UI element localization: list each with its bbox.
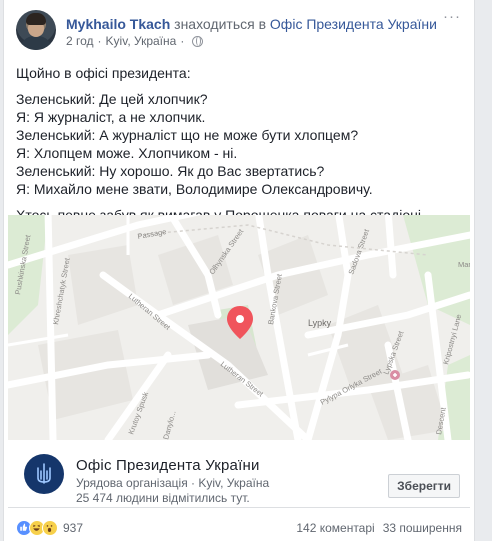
place-name[interactable]: Офіс Президента України (76, 457, 260, 474)
author-avatar[interactable] (16, 10, 56, 50)
comments-count-link[interactable]: 142 коментарі (296, 521, 374, 535)
place-checkins: 25 474 людини відмітились тут. (76, 491, 250, 505)
post-text-line: Я: Михайло мене звати, Володимире Олекса… (16, 181, 373, 197)
reactions-summary[interactable]: 937 (16, 520, 83, 536)
post-action-text: знаходиться в (174, 16, 267, 32)
post-text-line: Я: Хлопцем може. Хлопчиком - ні. (16, 145, 238, 161)
post-meta: 2 год · Kyiv, Україна · (66, 34, 204, 48)
more-options-icon[interactable]: ··· (442, 9, 462, 30)
wow-reaction-icon (42, 520, 58, 536)
engagement-counts: 142 коментарі 33 поширення (296, 521, 462, 535)
reaction-count: 937 (63, 521, 84, 535)
post-text-line: Зеленський: Ну хорошо. Як до Вас звертат… (16, 163, 325, 179)
post-text: Щойно в офісі президента: Зеленський: Де… (16, 64, 462, 224)
globe-icon[interactable] (192, 35, 204, 47)
trident-icon (37, 463, 51, 484)
post-footer: 937 142 коментарі 33 поширення (16, 518, 462, 538)
post-header: Mykhailo Tkach знаходиться в Офіс Презид… (16, 9, 462, 54)
map-label: Lypky (308, 318, 332, 328)
post-text-line: Зеленський: Де цей хлопчик? (16, 91, 208, 107)
author-name-link[interactable]: Mykhailo Tkach (66, 16, 170, 32)
shares-count-link[interactable]: 33 поширення (383, 521, 462, 535)
post-text-line: Зеленський: А журналіст що не може бути … (16, 127, 359, 143)
post-text-line: Я: Я журналіст, а не хлопчик. (16, 109, 206, 125)
map-label: Mar (458, 260, 470, 269)
place-card[interactable]: Офіс Президента України Урядова організа… (8, 440, 470, 508)
post-title-line: Mykhailo Tkach знаходиться в Офіс Презид… (66, 15, 437, 33)
post-location[interactable]: Kyiv, Україна (106, 34, 177, 48)
place-category: Урядова організація · Kyiv, Україна (76, 476, 270, 490)
place-link[interactable]: Офіс Президента України (270, 16, 437, 32)
place-logo[interactable] (24, 454, 64, 494)
post-card: Mykhailo Tkach знаходиться в Офіс Презид… (3, 0, 475, 541)
save-button[interactable]: Зберегти (388, 474, 460, 498)
location-map[interactable]: Passage Olhynska Street Sadova Street Ba… (8, 215, 470, 440)
post-time[interactable]: 2 год (66, 34, 94, 48)
post-text-line: Щойно в офісі президента: (16, 65, 191, 81)
